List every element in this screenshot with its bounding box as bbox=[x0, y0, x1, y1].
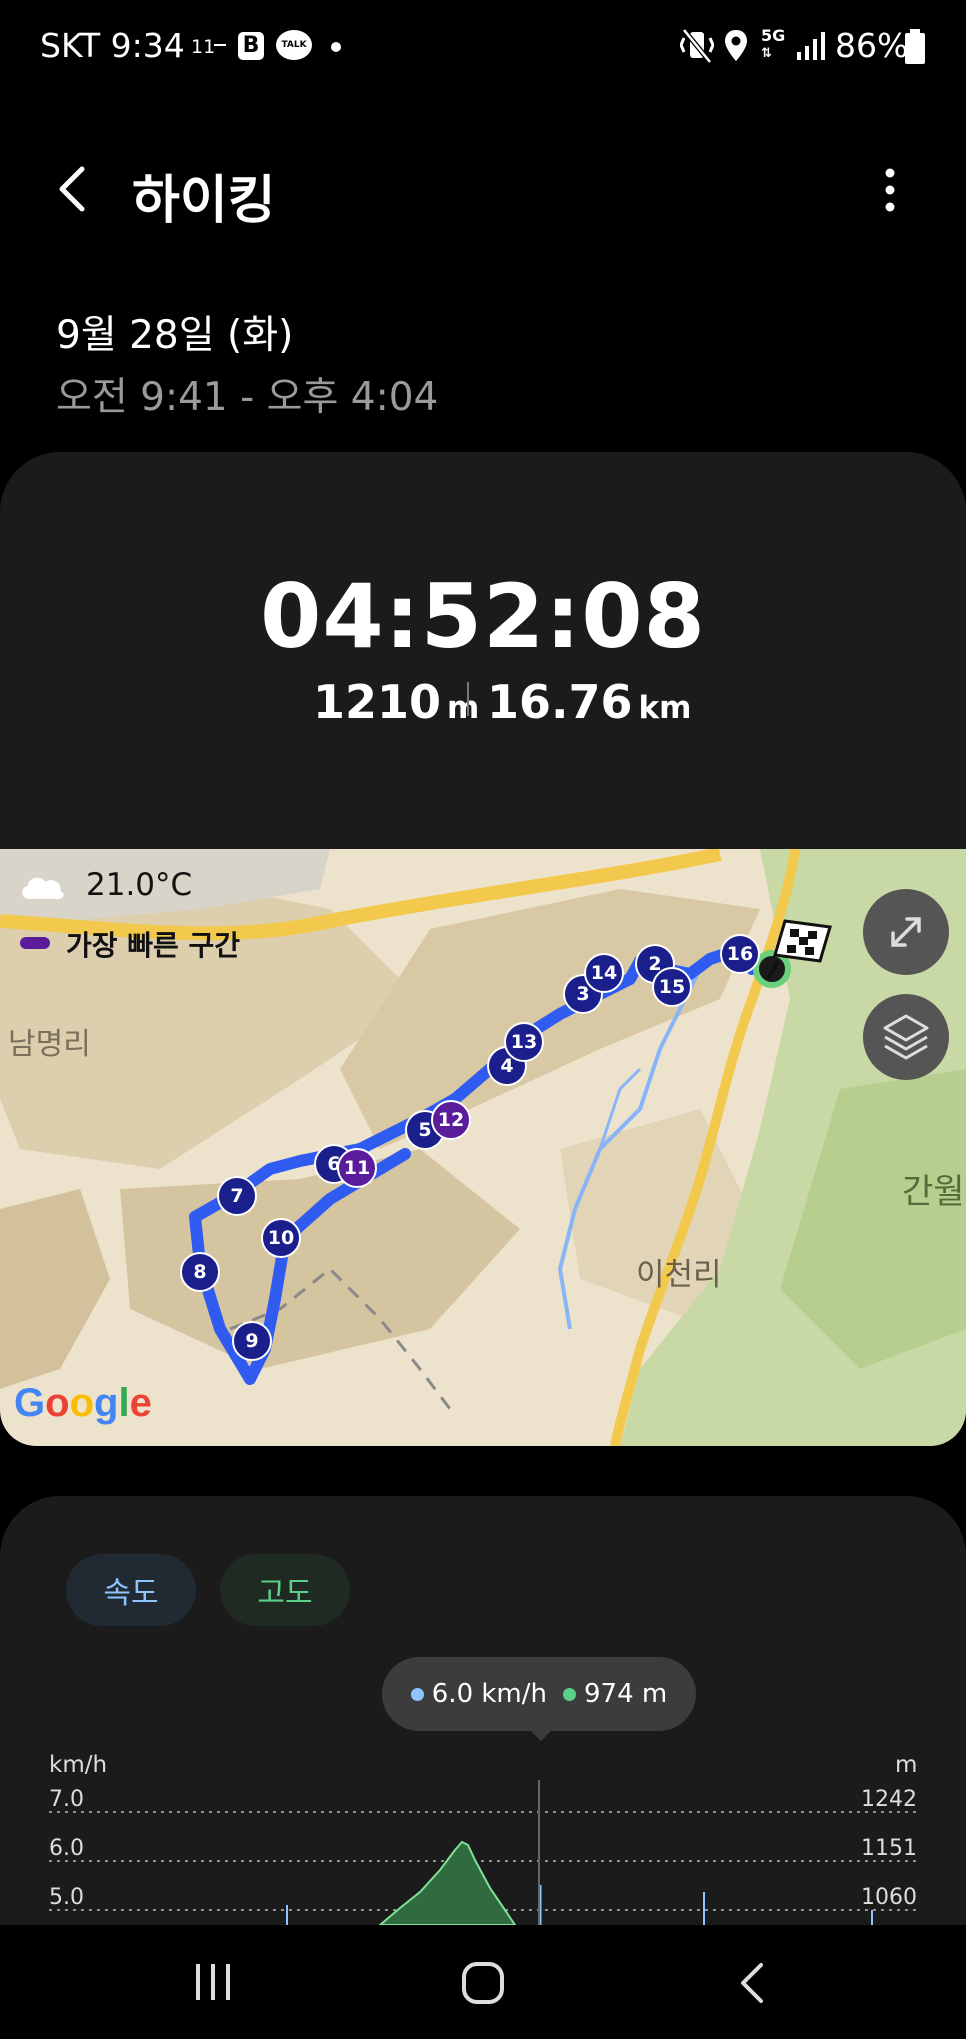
fullscreen-button[interactable] bbox=[863, 889, 949, 975]
right-axis-unit: m bbox=[895, 1752, 918, 1778]
altitude-area bbox=[378, 1840, 517, 1925]
fastest-legend-swatch bbox=[20, 937, 50, 949]
distance-unit: km bbox=[638, 690, 692, 726]
tooltip-pointer bbox=[531, 1731, 551, 1741]
battery-icon bbox=[905, 29, 925, 64]
navigation-bar bbox=[0, 1925, 966, 2039]
more-options-icon[interactable] bbox=[872, 166, 908, 214]
carrier-time: SKT 9:34 bbox=[40, 26, 185, 65]
route-marker-16[interactable]: 16 bbox=[720, 934, 760, 974]
tooltip-altitude: 974 m bbox=[584, 1679, 668, 1709]
vibrate-mute-icon bbox=[680, 28, 714, 64]
right-tick-label: 1242 bbox=[861, 1787, 917, 1812]
b-app-icon: B bbox=[238, 32, 264, 60]
right-tick-label: 1060 bbox=[861, 1885, 917, 1910]
metric-divider bbox=[467, 682, 469, 716]
map-layers-button[interactable] bbox=[863, 994, 949, 1080]
elevation-unit: m bbox=[447, 690, 480, 726]
cloud-icon bbox=[22, 877, 64, 899]
route-map[interactable]: 21.0°C 가장 빠른 구간 남명리 간월 이천리 Google 234567… bbox=[0, 849, 966, 1446]
place-label: 간월 bbox=[902, 1172, 965, 1212]
layers-icon bbox=[883, 1014, 929, 1060]
route-marker-8[interactable]: 8 bbox=[180, 1252, 220, 1292]
back-icon[interactable] bbox=[735, 1959, 769, 2007]
signal-icon bbox=[797, 32, 825, 60]
battery-percent: 86% bbox=[835, 26, 909, 65]
altitude-chip[interactable]: 고도 bbox=[220, 1554, 350, 1626]
session-date: 9월 28일 (화) bbox=[56, 313, 294, 358]
recents-icon[interactable] bbox=[190, 1960, 236, 2004]
speed-chip[interactable]: 속도 bbox=[66, 1554, 196, 1626]
route-marker-11[interactable]: 11 bbox=[337, 1148, 377, 1188]
network-5g-icon: 5G ⇅ bbox=[761, 26, 786, 62]
back-chevron-icon[interactable] bbox=[54, 163, 90, 215]
tooltip-speed: 6.0 km/h bbox=[431, 1679, 548, 1709]
notification-dot-icon bbox=[331, 42, 341, 52]
right-tick-label: 1151 bbox=[861, 1836, 917, 1861]
elevation-metric: 1210 m bbox=[313, 675, 479, 729]
distance-metric: 16.76 km bbox=[487, 675, 691, 729]
chart-tooltip: 6.0 km/h 974 m bbox=[382, 1657, 696, 1731]
route-marker-14[interactable]: 14 bbox=[584, 953, 624, 993]
session-time-range: 오전 9:41 - 오후 4:04 bbox=[56, 375, 439, 420]
altitude-dot-icon bbox=[563, 1687, 577, 1701]
route-marker-13[interactable]: 13 bbox=[504, 1022, 544, 1062]
left-tick-label: 6.0 bbox=[49, 1836, 84, 1861]
route-marker-10[interactable]: 10 bbox=[261, 1218, 301, 1258]
app-badge: 11 bbox=[191, 36, 216, 58]
left-tick-label: 5.0 bbox=[49, 1885, 84, 1910]
page-title: 하이킹 bbox=[132, 171, 276, 231]
left-tick-label: 7.0 bbox=[49, 1787, 84, 1812]
speed-altitude-chart[interactable]: 7.0 6.0 5.0 1242 1151 1060 bbox=[0, 1780, 966, 1925]
place-label: 이천리 bbox=[636, 1257, 722, 1293]
home-icon[interactable] bbox=[460, 1960, 506, 2006]
status-bar: SKT 9:34 11 B TALK 5G ⇅ 86% bbox=[0, 0, 966, 95]
route-marker-9[interactable]: 9 bbox=[232, 1321, 272, 1361]
duration-value: 04:52:08 bbox=[260, 565, 706, 668]
google-logo: Google bbox=[14, 1381, 152, 1425]
place-label: 남명리 bbox=[8, 1027, 91, 1062]
kakaotalk-icon: TALK bbox=[276, 30, 312, 60]
arrow-icon bbox=[214, 44, 226, 46]
route-marker-15[interactable]: 15 bbox=[652, 967, 692, 1007]
distance-value: 16.76 bbox=[487, 675, 633, 729]
left-axis-unit: km/h bbox=[49, 1752, 108, 1778]
elevation-value: 1210 bbox=[313, 675, 442, 729]
route-marker-12[interactable]: 12 bbox=[431, 1100, 471, 1140]
temperature-label: 21.0°C bbox=[86, 867, 193, 903]
fastest-legend-label: 가장 빠른 구간 bbox=[66, 929, 241, 962]
expand-icon bbox=[891, 917, 921, 947]
location-icon bbox=[725, 30, 747, 61]
route-marker-7[interactable]: 7 bbox=[217, 1176, 257, 1216]
speed-dot-icon bbox=[410, 1687, 424, 1701]
